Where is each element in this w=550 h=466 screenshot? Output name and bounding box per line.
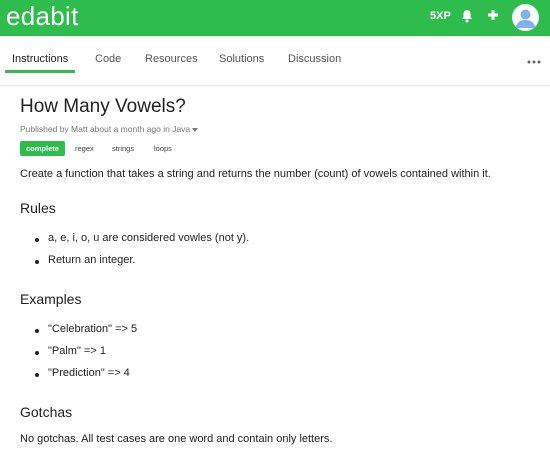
top-bar: edabit 5XP	[0, 0, 550, 36]
challenge-title: How Many Vowels?	[20, 96, 186, 117]
tab-bar: Instructions Code Resources Solutions Di…	[0, 36, 550, 86]
gotchas-heading: Gotchas	[20, 404, 73, 420]
language-label: Java	[172, 124, 191, 134]
tab-discussion[interactable]: Discussion	[288, 53, 341, 65]
published-time: about a month ago in	[89, 124, 170, 134]
tab-instructions[interactable]: Instructions	[12, 53, 68, 65]
plus-icon[interactable]	[487, 9, 499, 21]
edabit-logo[interactable]: edabit	[6, 1, 79, 32]
tag-loops[interactable]: loops	[154, 141, 172, 156]
bullet	[35, 238, 39, 242]
example-text: "Celebration" => 5	[48, 323, 138, 335]
active-tab-indicator	[5, 70, 75, 73]
more-dots-icon[interactable]	[527, 60, 541, 64]
tag-strings[interactable]: strings	[112, 141, 134, 156]
bullet	[35, 329, 39, 333]
challenge-meta: Published by Matt about a month ago in J…	[20, 124, 199, 134]
challenge-description: Create a function that takes a string an…	[20, 168, 491, 180]
example-text: "Palm" => 1	[48, 345, 106, 357]
tab-resources[interactable]: Resources	[145, 53, 198, 65]
published-by-label: Published by	[20, 124, 69, 134]
examples-heading: Examples	[20, 291, 82, 307]
language-dropdown[interactable]: Java	[172, 124, 199, 134]
xp-counter[interactable]: 5XP	[430, 10, 451, 22]
example-text: "Prediction" => 4	[48, 367, 130, 379]
user-avatar-icon[interactable]	[512, 4, 539, 31]
tab-code[interactable]: Code	[95, 53, 121, 65]
rule-text: Return an integer.	[48, 254, 136, 266]
rules-heading: Rules	[20, 200, 56, 216]
rule-text: a, e, i, o, u are considered vowles (not…	[48, 232, 250, 244]
gotchas-text: No gotchas. All test cases are one word …	[20, 433, 333, 445]
tag-regex[interactable]: regex	[75, 141, 94, 156]
bell-icon[interactable]	[461, 9, 473, 23]
tag-complete[interactable]: complete	[20, 141, 65, 156]
bullet	[35, 260, 39, 264]
author-link[interactable]: Matt	[71, 124, 88, 134]
tab-solutions[interactable]: Solutions	[219, 53, 264, 65]
avatar-silhouette-icon	[515, 9, 536, 28]
bullet	[35, 351, 39, 355]
bullet	[35, 373, 39, 377]
chevron-down-icon	[192, 127, 199, 132]
